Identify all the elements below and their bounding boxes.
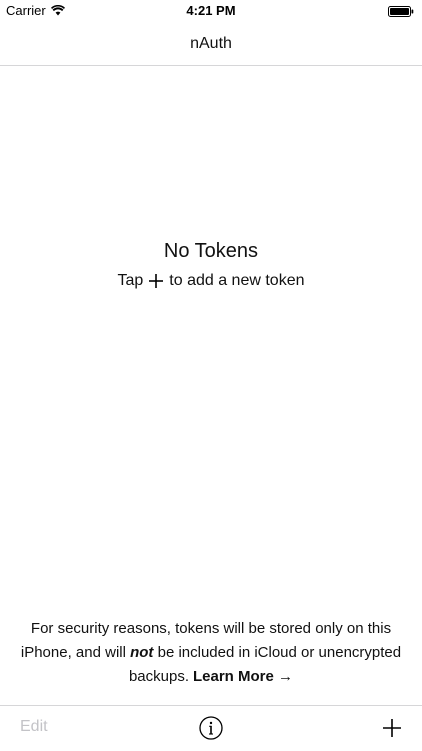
navigation-bar: nAuth: [0, 22, 422, 66]
security-note: For security reasons, tokens will be sto…: [14, 617, 408, 689]
empty-state-title: No Tokens: [163, 240, 259, 262]
hint-prefix: Tap: [117, 272, 144, 289]
edit-button[interactable]: Edit: [20, 718, 48, 736]
bottom-toolbar: Edit: [0, 705, 422, 751]
add-token-button[interactable]: [382, 718, 402, 738]
plus-icon: [149, 274, 164, 288]
info-button[interactable]: [199, 716, 223, 740]
info-icon: [199, 716, 223, 740]
status-time: 4:21 PM: [186, 3, 236, 18]
status-bar: Carrier 4:21 PM: [0, 0, 422, 22]
nav-title: nAuth: [190, 34, 232, 52]
hint-suffix: to add a new token: [169, 272, 305, 289]
security-note-emphasis: not: [130, 644, 154, 661]
plus-icon: [382, 718, 402, 738]
learn-more-link[interactable]: Learn More →: [193, 668, 293, 685]
battery-icon: [388, 6, 414, 17]
empty-state: No Tokens Tap to add a new token: [0, 240, 422, 290]
empty-state-hint: Tap to add a new token: [0, 272, 422, 290]
